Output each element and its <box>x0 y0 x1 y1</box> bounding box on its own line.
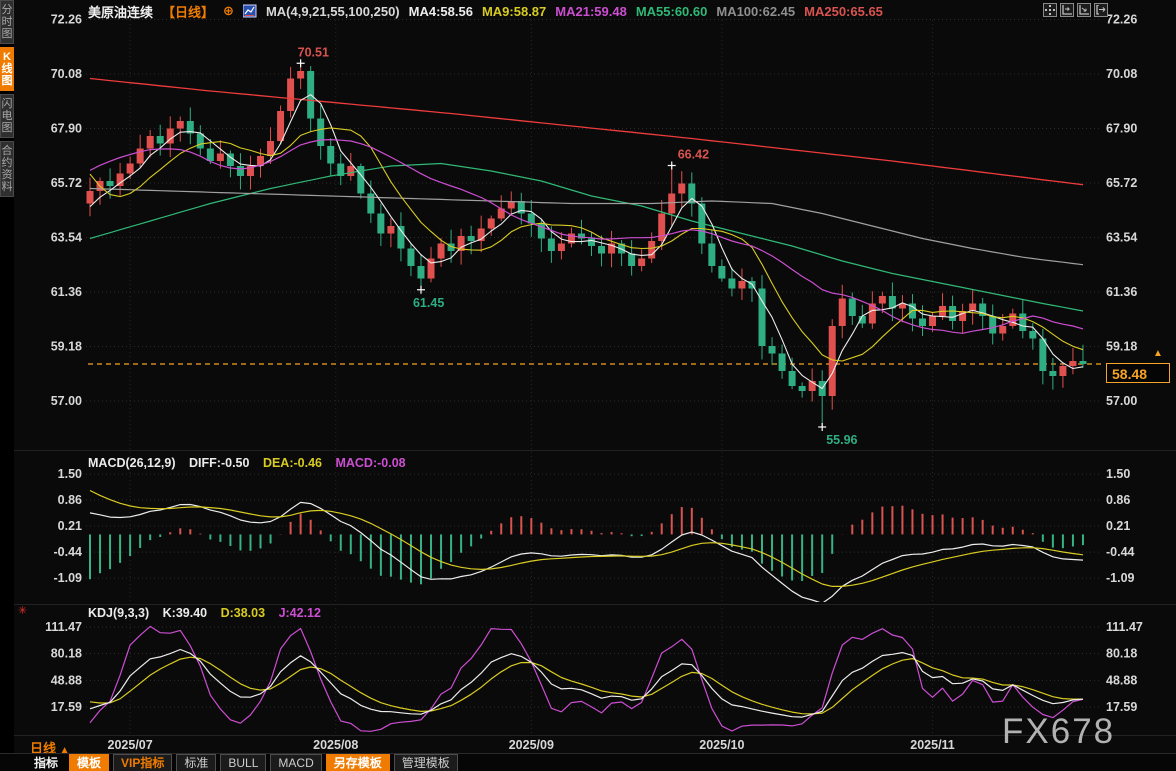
svg-text:48.88: 48.88 <box>51 673 82 687</box>
svg-text:0.21: 0.21 <box>58 519 82 533</box>
bottom-tab[interactable]: VIP指标 <box>113 754 172 771</box>
ma100-value: MA100:62.45 <box>716 4 795 19</box>
svg-text:2025/11: 2025/11 <box>910 738 955 752</box>
svg-text:66.42: 66.42 <box>678 148 709 162</box>
svg-text:-1.09: -1.09 <box>1106 571 1135 585</box>
kdj-j-value: J:42.12 <box>279 606 321 620</box>
svg-text:67.90: 67.90 <box>51 122 82 136</box>
kdj-pane-header: KDJ(9,3,3) K:39.40 D:38.03 J:42.12 <box>88 606 331 620</box>
ma-short-lines <box>90 95 1083 389</box>
svg-text:55.96: 55.96 <box>826 433 857 447</box>
sidebar-item-contract-info[interactable]: 合约资料 <box>0 141 14 197</box>
pan-mode-icon[interactable] <box>1043 3 1057 17</box>
svg-text:63.54: 63.54 <box>51 231 82 245</box>
svg-text:59.18: 59.18 <box>1106 340 1137 354</box>
axis-labels: 72.26 72.26 70.08 70.08 67.90 67.90 65.72 65.72… <box>45 13 1143 753</box>
bottom-tab[interactable]: BULL <box>220 754 266 771</box>
svg-text:65.72: 65.72 <box>51 176 82 190</box>
macd-dea-value: DEA:-0.46 <box>263 456 322 470</box>
bottom-tab[interactable]: 指标 <box>27 755 65 771</box>
chart-toolbar <box>1043 3 1108 17</box>
ma4-value: MA4:58.56 <box>409 4 473 19</box>
svg-text:61.45: 61.45 <box>413 296 444 310</box>
macd-diff-value: DIFF:-0.50 <box>189 456 249 470</box>
svg-text:59.18: 59.18 <box>51 340 82 354</box>
macd-histogram <box>90 506 1083 585</box>
kdj-k-value: K:39.40 <box>163 606 207 620</box>
chart-header: 美原油连续 【日线】 ⊕ MA(4,9,21,55,100,250) MA4:5… <box>88 3 883 19</box>
symbol-name: 美原油连续 <box>88 2 153 21</box>
svg-text:72.26: 72.26 <box>51 13 82 27</box>
mini-chart-icon[interactable] <box>243 4 257 18</box>
indicator-settings-icon[interactable]: ✳ <box>18 604 27 617</box>
svg-text:80.18: 80.18 <box>51 647 82 661</box>
kdj-title: KDJ(9,3,3) <box>88 606 149 620</box>
svg-text:-1.09: -1.09 <box>54 571 83 585</box>
bottom-tab[interactable]: 模板 <box>69 754 109 771</box>
svg-text:1.50: 1.50 <box>1106 467 1130 481</box>
svg-text:111.47: 111.47 <box>45 620 82 634</box>
zoom-out-range-icon[interactable] <box>1077 3 1091 17</box>
svg-text:63.54: 63.54 <box>1106 231 1137 245</box>
ma21-value: MA21:59.48 <box>555 4 627 19</box>
sidebar-item-lightning[interactable]: 闪电图 <box>0 94 14 138</box>
svg-text:48.88: 48.88 <box>1106 673 1137 687</box>
bottom-tab[interactable]: 管理模板 <box>394 754 458 771</box>
macd-macd-value: MACD:-0.08 <box>335 456 405 470</box>
svg-text:-0.44: -0.44 <box>1106 545 1135 559</box>
svg-text:111.47: 111.47 <box>1106 620 1143 634</box>
fx678-watermark: FX678 <box>1002 712 1115 752</box>
svg-text:2025/07: 2025/07 <box>108 738 153 752</box>
add-indicator-icon[interactable]: ⊕ <box>223 3 234 19</box>
svg-text:61.36: 61.36 <box>1106 285 1137 299</box>
ma-params-label: MA(4,9,21,55,100,250) <box>266 4 400 19</box>
bottom-tab-bar: 指标模板VIP指标标准BULLMACD 另存模板管理模板 <box>0 753 1176 771</box>
price-up-arrow-icon: ▲ <box>1153 349 1163 359</box>
ma250-value: MA250:65.65 <box>804 4 883 19</box>
sidebar-item-kline[interactable]: K线图 <box>0 47 14 91</box>
macd-title: MACD(26,12,9) <box>88 456 176 470</box>
svg-text:65.72: 65.72 <box>1106 176 1137 190</box>
sidebar-item-timeshare[interactable]: 分时图 <box>0 0 14 44</box>
svg-text:-0.44: -0.44 <box>54 545 83 559</box>
bottom-tab[interactable]: 另存模板 <box>326 754 390 771</box>
period-tag[interactable]: 【日线】 <box>162 2 214 21</box>
svg-text:61.36: 61.36 <box>51 285 82 299</box>
kdj-d-value: D:38.03 <box>221 606 265 620</box>
svg-text:2025/08: 2025/08 <box>313 738 358 752</box>
trading-app-window: 70.51 66.42 61.45 55.96 72.26 72.26 70.08 70.08… <box>0 0 1176 771</box>
svg-text:70.08: 70.08 <box>1106 67 1137 81</box>
svg-text:1.50: 1.50 <box>58 467 82 481</box>
sidebar: 分时图 K线图 闪电图 合约资料 <box>0 0 14 771</box>
macd-lines <box>90 491 1083 604</box>
zoom-in-range-icon[interactable] <box>1060 3 1074 17</box>
svg-text:57.00: 57.00 <box>1106 394 1137 408</box>
chart-canvas[interactable]: 70.51 66.42 61.45 55.96 72.26 72.26 70.08 70.08… <box>0 0 1176 771</box>
svg-text:0.21: 0.21 <box>1106 519 1130 533</box>
ma-long-lines <box>90 79 1083 312</box>
svg-text:0.86: 0.86 <box>1106 493 1130 507</box>
svg-text:17.59: 17.59 <box>51 700 82 714</box>
svg-text:2025/10: 2025/10 <box>699 738 744 752</box>
svg-text:0.86: 0.86 <box>58 493 82 507</box>
annotations: 70.51 66.42 61.45 55.96 <box>297 45 858 447</box>
svg-text:2025/09: 2025/09 <box>509 738 554 752</box>
candlesticks <box>87 63 1087 427</box>
macd-pane-header: MACD(26,12,9) DIFF:-0.50 DEA:-0.46 MACD:… <box>88 456 416 470</box>
svg-text:70.08: 70.08 <box>51 67 82 81</box>
svg-text:67.90: 67.90 <box>1106 122 1137 136</box>
ma9-value: MA9:58.87 <box>482 4 546 19</box>
svg-text:80.18: 80.18 <box>1106 647 1137 661</box>
bottom-tab[interactable]: 标准 <box>176 754 216 771</box>
svg-text:72.26: 72.26 <box>1106 13 1137 27</box>
kdj-lines <box>90 626 1083 731</box>
current-price-tag: 58.48 <box>1106 363 1170 383</box>
ma55-value: MA55:60.60 <box>636 4 708 19</box>
bottom-tab[interactable]: MACD <box>270 754 321 771</box>
expand-right-icon[interactable] <box>1094 3 1108 17</box>
svg-text:70.51: 70.51 <box>298 45 329 59</box>
svg-text:57.00: 57.00 <box>51 394 82 408</box>
